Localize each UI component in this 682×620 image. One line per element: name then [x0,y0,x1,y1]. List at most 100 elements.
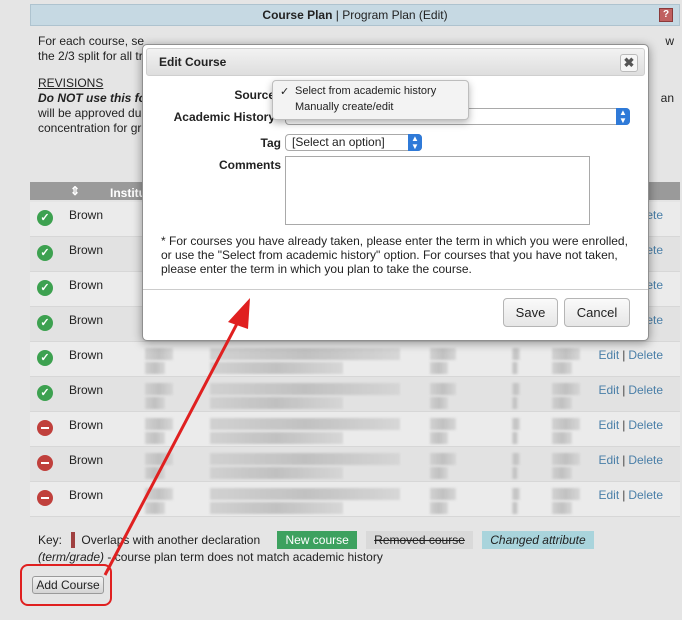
legend: Key: Overlaps with another declaration N… [38,531,594,549]
separator: | [622,348,626,362]
check-circle-icon: ✓ [37,385,53,401]
redacted-cell [430,418,456,430]
minus-circle-icon [37,420,53,436]
row-institution: Brown [69,348,104,362]
row-actions: Edit | Delete [599,418,664,432]
checkmark-icon: ✓ [280,86,290,98]
redacted-cell [552,348,580,360]
redacted-cell [145,362,165,374]
redacted-cell [210,362,343,374]
delete-link[interactable]: Delete [628,453,663,467]
check-circle-icon: ✓ [37,315,53,331]
redacted-cell [210,453,400,465]
edit-link[interactable]: Edit [599,488,620,502]
dialog-note: * For courses you have already taken, pl… [161,234,628,276]
redacted-cell [430,467,449,479]
redacted-cell [145,418,173,430]
row-institution: Brown [69,313,104,327]
row-actions: Edit | Delete [599,453,664,467]
redacted-cell [145,467,165,479]
redacted-cell [145,488,173,500]
redacted-cell [430,362,449,374]
redacted-cell [210,502,343,514]
intro-line-3-right: an [660,91,674,105]
source-dropdown-menu: ✓ Select from academic history Manually … [272,80,469,120]
row-institution: Brown [69,383,104,397]
row-institution: Brown [69,453,104,467]
close-icon[interactable]: ✖ [620,54,638,72]
delete-link[interactable]: Delete [628,488,663,502]
redacted-cell [210,467,343,479]
table-row: ✓ Brown Edit | Delete [30,377,680,412]
redacted-cell [430,502,449,514]
redacted-cell [552,467,572,479]
separator: | [622,453,626,467]
source-label: Source [234,88,275,102]
dropdown-option-academic-history[interactable]: Select from academic history [295,85,436,97]
minus-circle-icon [37,490,53,506]
redacted-cell [512,453,520,465]
redacted-cell [145,397,165,409]
table-row: ✓ Brown Edit | Delete [30,342,680,377]
redacted-cell [430,397,449,409]
save-button[interactable]: Save [503,298,558,327]
legend-changed-attribute: Changed attribute [482,531,594,549]
redacted-cell [430,453,456,465]
select-arrows-icon: ▲ ▼ [408,134,422,151]
intro-line-1-right: w [665,34,674,48]
row-institution: Brown [69,208,104,222]
separator: | [622,383,626,397]
delete-link[interactable]: Delete [628,348,663,362]
redacted-cell [430,383,456,395]
redacted-cell [512,348,520,360]
minus-circle-icon [37,455,53,471]
delete-link[interactable]: Delete [628,383,663,397]
add-course-button[interactable]: Add Course [32,576,104,594]
dropdown-option-manual[interactable]: Manually create/edit [295,101,393,113]
delete-link[interactable]: Delete [628,418,663,432]
column-header-institution[interactable]: Institution ⇕ [70,184,168,200]
separator: | [622,418,626,432]
redacted-cell [210,418,400,430]
edit-link[interactable]: Edit [599,418,620,432]
redacted-cell [512,502,518,514]
redacted-cell [430,432,449,444]
intro-line-1: For each course, se [38,34,145,48]
legend-note: (term/grade) - course plan term does not… [38,550,383,564]
page-title: Course Plan [262,8,333,22]
tag-label: Tag [260,136,281,150]
check-circle-icon: ✓ [37,280,53,296]
redacted-cell [552,383,580,395]
redacted-cell [210,397,343,409]
table-row: Brown Edit | Delete [30,447,680,482]
tag-select-value: [Select an option] [292,135,385,149]
edit-link[interactable]: Edit [599,383,620,397]
table-row: Brown Edit | Delete [30,412,680,447]
redacted-cell [145,348,173,360]
redacted-cell [430,488,456,500]
redacted-cell [210,383,400,395]
legend-removed-course: Removed course [366,531,473,549]
redacted-cell [210,348,400,360]
redacted-cell [512,432,518,444]
redacted-cell [145,432,165,444]
check-circle-icon: ✓ [37,210,53,226]
check-circle-icon: ✓ [37,350,53,366]
redacted-cell [210,432,343,444]
edit-link[interactable]: Edit [599,453,620,467]
row-institution: Brown [69,418,104,432]
row-actions: Edit | Delete [599,348,664,362]
dialog-titlebar[interactable]: Edit Course ✖ [146,48,645,76]
tag-select[interactable]: [Select an option] ▲ ▼ [285,134,422,151]
redacted-cell [552,397,572,409]
cancel-button[interactable]: Cancel [564,298,630,327]
legend-label: Key: [38,533,63,547]
comments-textarea[interactable] [285,156,590,225]
select-arrows-icon: ▲ ▼ [616,108,630,125]
legend-overlap: Overlaps with another declaration [71,532,268,548]
redacted-cell [552,453,580,465]
redacted-cell [512,362,518,374]
help-icon[interactable]: ? [659,8,673,22]
edit-link[interactable]: Edit [599,348,620,362]
redacted-cell [145,453,173,465]
